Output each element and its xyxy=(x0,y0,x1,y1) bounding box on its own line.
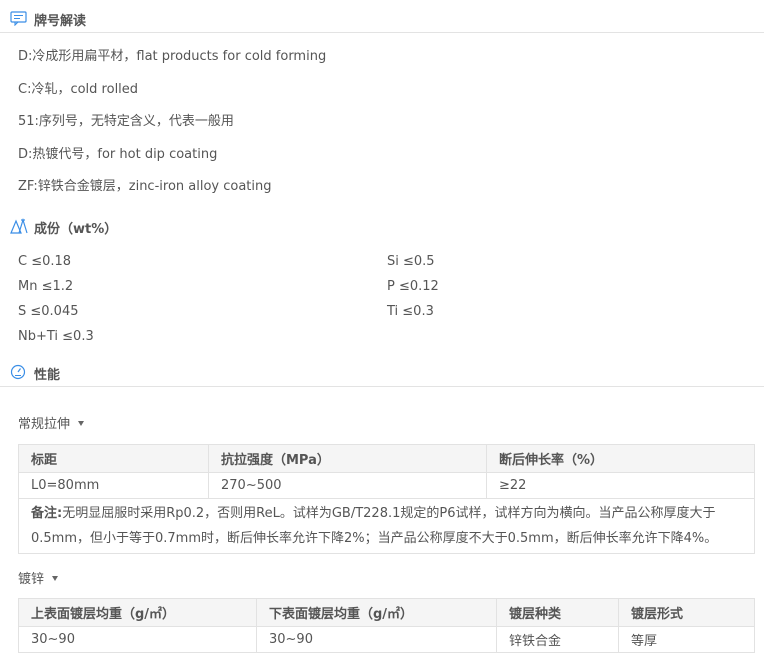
properties-title: 性能 xyxy=(34,368,61,383)
designation-title: 牌号解读 xyxy=(34,14,87,29)
table-cell: 30~90 xyxy=(18,626,257,653)
properties-section-header: 性能 xyxy=(0,356,764,387)
table-cell: 锌铁合金 xyxy=(496,626,619,653)
table-row: 30~90 30~90 锌铁合金 等厚 xyxy=(18,626,755,653)
coating-dropdown[interactable]: 镀锌 xyxy=(18,568,59,587)
table-cell: 等厚 xyxy=(618,626,755,653)
designation-section-header: 牌号解读 xyxy=(0,2,764,33)
comment-icon xyxy=(10,11,27,27)
table-cell: 270~500 xyxy=(208,472,487,499)
composition-item: Mn ≤1.2 xyxy=(18,279,74,294)
coating-dropdown-label: 镀锌 xyxy=(18,572,45,587)
table-cell: ≥22 xyxy=(486,472,755,499)
table-header: 下表面镀层均重（g/㎡） xyxy=(256,598,497,627)
gauge-icon xyxy=(10,364,27,380)
table-header-row: 标距 抗拉强度（MPa） 断后伸长率（%） xyxy=(18,444,755,473)
table-cell: 30~90 xyxy=(256,626,497,653)
table-note-row: 备注:无明显屈服时采用Rp0.2，否则用ReL。试样为GB/T228.1规定的P… xyxy=(18,498,755,554)
designation-line: 51:序列号，无特定含义，代表一般用 xyxy=(18,114,234,129)
table-row: L0=80mm 270~500 ≥22 xyxy=(18,472,755,499)
composition-title: 成份（wt%） xyxy=(34,222,118,237)
table-note: 备注:无明显屈服时采用Rp0.2，否则用ReL。试样为GB/T228.1规定的P… xyxy=(18,498,755,554)
table-header: 镀层形式 xyxy=(618,598,755,627)
tensile-dropdown[interactable]: 常规拉伸 xyxy=(18,413,85,432)
flask-icon xyxy=(10,217,28,234)
designation-line: D:热镀代号，for hot dip coating xyxy=(18,147,218,162)
table-header: 标距 xyxy=(18,444,209,473)
caret-down-icon xyxy=(52,576,59,581)
composition-item: Ti ≤0.3 xyxy=(387,304,434,319)
composition-item: Nb+Ti ≤0.3 xyxy=(18,329,94,344)
designation-line: D:冷成形用扁平材，flat products for cold forming xyxy=(18,49,327,64)
tensile-table: 标距 抗拉强度（MPa） 断后伸长率（%） L0=80mm 270~500 ≥2… xyxy=(18,444,755,554)
table-header: 镀层种类 xyxy=(496,598,619,627)
composition-section-header: 成份（wt%） xyxy=(0,210,764,240)
note-text: 无明显屈服时采用Rp0.2，否则用ReL。试样为GB/T228.1规定的P6试样… xyxy=(31,506,718,546)
coating-table: 上表面镀层均重（g/㎡） 下表面镀层均重（g/㎡） 镀层种类 镀层形式 30~9… xyxy=(18,598,755,653)
table-header: 断后伸长率（%） xyxy=(486,444,755,473)
caret-down-icon xyxy=(78,421,85,426)
note-label: 备注: xyxy=(31,506,63,521)
composition-item: Si ≤0.5 xyxy=(387,254,435,269)
table-cell: L0=80mm xyxy=(18,472,209,499)
designation-line: ZF:锌铁合金镀层，zinc-iron alloy coating xyxy=(18,179,272,194)
tensile-dropdown-label: 常规拉伸 xyxy=(18,417,71,432)
composition-item: P ≤0.12 xyxy=(387,279,439,294)
composition-item: S ≤0.045 xyxy=(18,304,79,319)
table-header: 抗拉强度（MPa） xyxy=(208,444,487,473)
table-header: 上表面镀层均重（g/㎡） xyxy=(18,598,257,627)
table-header-row: 上表面镀层均重（g/㎡） 下表面镀层均重（g/㎡） 镀层种类 镀层形式 xyxy=(18,598,755,627)
composition-item: C ≤0.18 xyxy=(18,254,72,269)
designation-line: C:冷轧，cold rolled xyxy=(18,82,139,97)
